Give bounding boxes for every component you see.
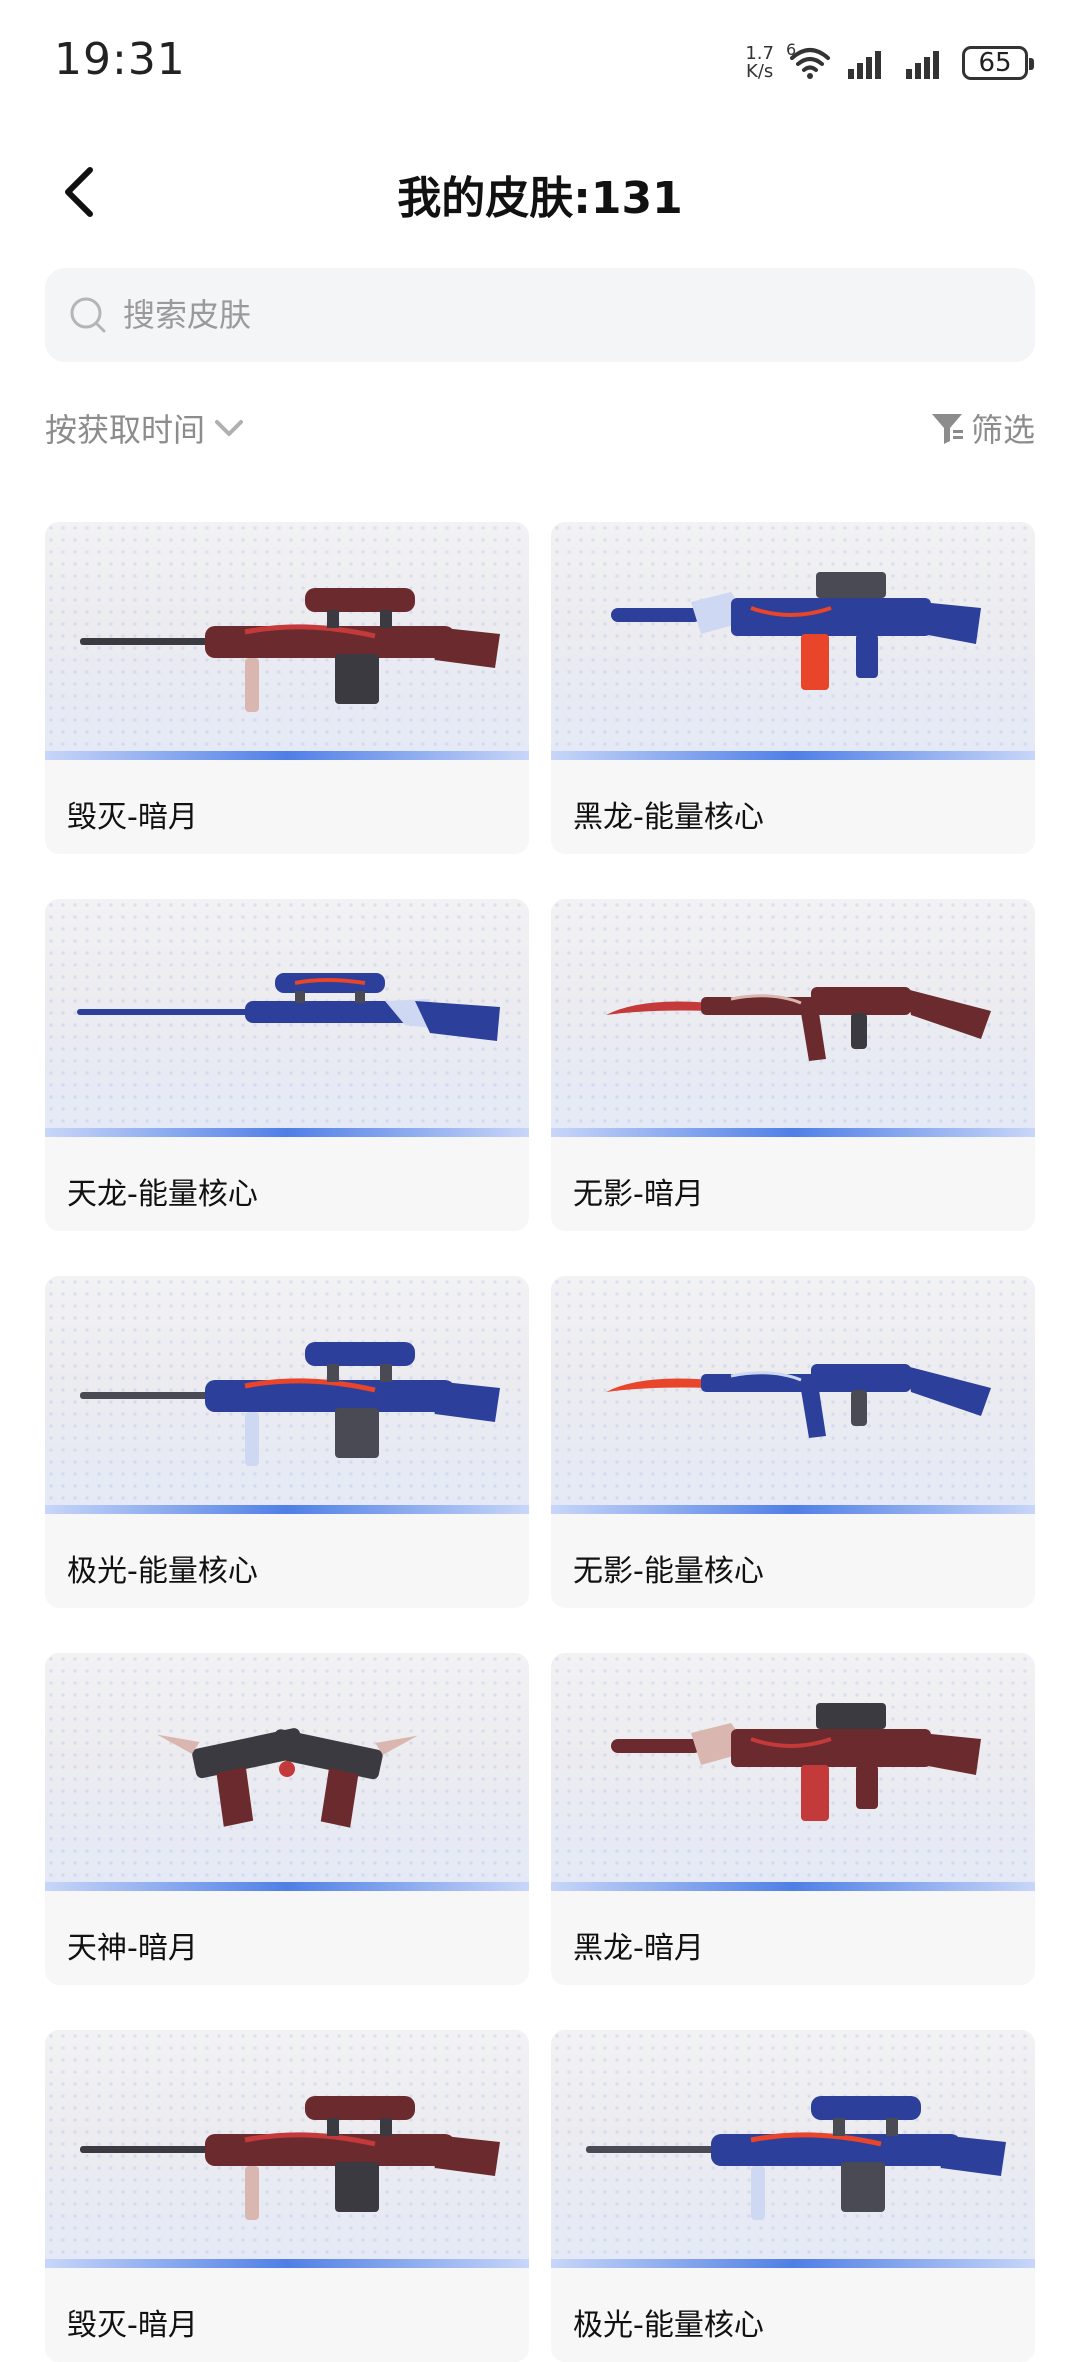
- skin-name: 极光-能量核心: [573, 2308, 764, 2343]
- sort-label: 按获取时间: [45, 411, 206, 449]
- skin-card[interactable]: 毁灭-暗月: [45, 2030, 529, 2362]
- weapon-skin-illustration: [80, 588, 500, 712]
- sort-dropdown[interactable]: 按获取时间: [45, 405, 245, 451]
- search-input[interactable]: [121, 295, 975, 335]
- weapon-skin-illustration: [606, 987, 991, 1061]
- skin-image: [45, 1276, 529, 1514]
- weapon-skin-illustration: [586, 2096, 1006, 2220]
- battery-icon: 65: [962, 46, 1034, 80]
- skin-name: 天神-暗月: [67, 1931, 198, 1966]
- status-bar: 19:31 1.7 K/s 6 65: [0, 0, 1080, 120]
- wifi-badge: 6: [786, 40, 797, 59]
- skin-card[interactable]: 无影-暗月: [551, 899, 1035, 1231]
- skin-image: [45, 522, 529, 760]
- skin-name: 无影-能量核心: [573, 1554, 764, 1589]
- filter-button[interactable]: 筛选: [929, 405, 1035, 451]
- skin-image: [45, 899, 529, 1137]
- network-speed-unit: K/s: [746, 61, 774, 82]
- skin-card[interactable]: 极光-能量核心: [551, 2030, 1035, 2362]
- weapon-skin-illustration: [611, 1703, 981, 1821]
- skin-name: 毁灭-暗月: [67, 2308, 198, 2343]
- skin-name: 毁灭-暗月: [67, 800, 198, 835]
- skin-card[interactable]: 天神-暗月: [45, 1653, 529, 1985]
- skin-card[interactable]: 黑龙-暗月: [551, 1653, 1035, 1985]
- skin-image: [551, 899, 1035, 1137]
- skin-card[interactable]: 黑龙-能量核心: [551, 522, 1035, 854]
- skin-card[interactable]: 极光-能量核心: [45, 1276, 529, 1608]
- skin-image: [45, 1653, 529, 1891]
- wifi-icon: 6: [786, 40, 832, 80]
- page-title: 我的皮肤:131: [397, 173, 683, 224]
- skin-image: [551, 522, 1035, 760]
- filter-icon: [931, 414, 963, 444]
- filter-label: 筛选: [970, 411, 1035, 449]
- weapon-skin-illustration: [77, 973, 500, 1041]
- skin-image: [551, 2030, 1035, 2268]
- skin-card[interactable]: 天龙-能量核心: [45, 899, 529, 1231]
- weapon-skin-illustration: [80, 2096, 500, 2220]
- signal-icon: [846, 47, 890, 79]
- signal-icon: [904, 47, 948, 79]
- skin-image: [45, 2030, 529, 2268]
- skin-name: 无影-暗月: [573, 1177, 704, 1212]
- network-speed: 1.7 K/s: [745, 45, 774, 81]
- skin-name: 天龙-能量核心: [67, 1177, 258, 1212]
- weapon-skin-illustration: [611, 572, 981, 690]
- skin-image: [551, 1276, 1035, 1514]
- search-icon: [65, 292, 111, 338]
- skin-name: 极光-能量核心: [67, 1554, 258, 1589]
- status-time: 19:31: [54, 34, 186, 85]
- skin-name: 黑龙-能量核心: [573, 800, 764, 835]
- skin-card[interactable]: 毁灭-暗月: [45, 522, 529, 854]
- skin-card[interactable]: 无影-能量核心: [551, 1276, 1035, 1608]
- header: 我的皮肤:131: [0, 140, 1080, 240]
- chevron-down-icon: [215, 420, 244, 436]
- status-icons: 1.7 K/s 6 65: [745, 38, 1034, 88]
- skin-grid: 毁灭-暗月 黑龙-能量核心 天龙-能量核心 无影-暗月 极光-能量核心 无影-能…: [45, 522, 1035, 2362]
- skin-image: [551, 1653, 1035, 1891]
- search-bar[interactable]: [45, 268, 1035, 362]
- skin-name: 黑龙-暗月: [573, 1931, 704, 1966]
- weapon-skin-illustration: [157, 1728, 418, 1828]
- weapon-skin-illustration: [80, 1342, 500, 1466]
- battery-level: 65: [978, 48, 1012, 78]
- weapon-skin-illustration: [606, 1364, 991, 1438]
